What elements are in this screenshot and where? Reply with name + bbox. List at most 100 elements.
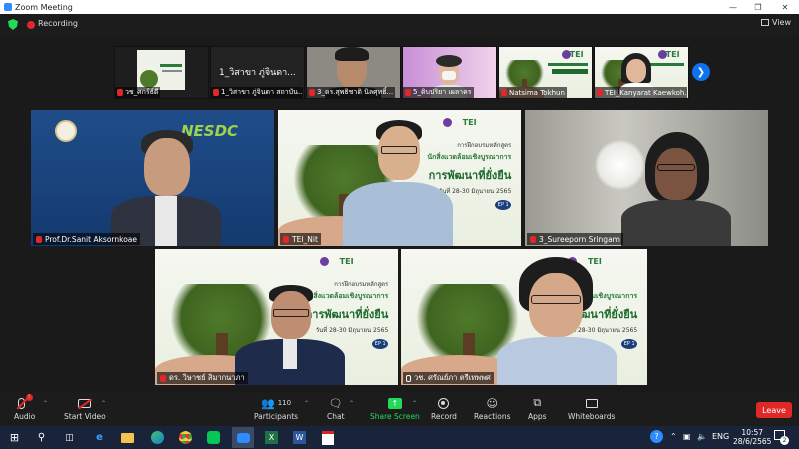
video-tile-1[interactable]: TEI การฝึกอบรมหลักสูตร นักสิ่งแวดล้อมเชิ… bbox=[278, 110, 521, 246]
video-tile-2[interactable]: 3_Sureeporn Sringam bbox=[525, 110, 768, 246]
participants-icon: 👥 bbox=[260, 396, 275, 410]
video-tile-4-active-speaker[interactable]: TEI นักสิ่งแวดล้อมเชิงบูรณาการ การพัฒนาท… bbox=[401, 249, 647, 385]
record-button[interactable]: Record bbox=[431, 396, 457, 421]
excel-icon[interactable]: X bbox=[264, 430, 279, 445]
participant-video bbox=[497, 257, 617, 385]
audio-options-caret-icon[interactable]: ⌃ bbox=[43, 400, 48, 407]
mic-muted-icon bbox=[530, 235, 536, 243]
mic-muted-icon: ! bbox=[16, 393, 33, 410]
zoom-app-icon bbox=[4, 3, 12, 11]
chat-icon: 🗨 bbox=[328, 396, 343, 410]
seal-logo-icon bbox=[55, 120, 77, 142]
mic-muted-icon bbox=[309, 89, 315, 96]
maximize-button[interactable]: ❐ bbox=[745, 0, 771, 14]
mic-muted-icon bbox=[283, 235, 289, 243]
apps-button[interactable]: ⧉ Apps bbox=[528, 396, 547, 421]
video-options-caret-icon[interactable]: ⌃ bbox=[101, 400, 106, 407]
help-icon[interactable]: ? bbox=[650, 430, 663, 443]
thumbnail-2[interactable]: 3_ดร.สุพธิชาติ นิลศุทธิ์... bbox=[306, 46, 401, 99]
tray-expand-icon[interactable]: ⌃ bbox=[670, 432, 677, 441]
participants-button[interactable]: 👥 110 Participants bbox=[254, 396, 298, 422]
chat-button[interactable]: 🗨 Chat bbox=[327, 396, 345, 422]
recording-icon bbox=[27, 21, 35, 29]
share-caret-icon[interactable]: ⌃ bbox=[412, 400, 417, 407]
task-view-icon[interactable]: ◫ bbox=[62, 430, 77, 445]
reactions-smiley-icon: ☺ bbox=[486, 396, 498, 410]
mic-muted-icon bbox=[501, 89, 507, 96]
whiteboard-icon bbox=[585, 396, 598, 410]
participant-name-tag: วช. ศรัณย์ภา ตรีเทพพศ bbox=[403, 372, 494, 384]
participant-name-tag: ดร. วิษาชย์ สิมากนาภา bbox=[157, 372, 248, 384]
thumbnail-5[interactable]: TEI TEI_Kanyarat Kaewkoh... bbox=[594, 46, 689, 99]
participant-video bbox=[621, 132, 731, 246]
thumbnail-name: Natsima Tokhun bbox=[499, 87, 567, 98]
audio-button[interactable]: ! Audio bbox=[14, 393, 35, 421]
whiteboards-button[interactable]: Whiteboards bbox=[568, 396, 615, 421]
chat-caret-icon[interactable]: ⌃ bbox=[349, 400, 354, 407]
thumbnail-3[interactable]: 5_ดิบปริยา เผลาคร bbox=[402, 46, 497, 99]
chrome-icon[interactable] bbox=[178, 430, 193, 445]
volume-icon[interactable]: 🔈 bbox=[697, 432, 707, 441]
window-titlebar: Zoom Meeting — ❐ ✕ bbox=[0, 0, 799, 14]
thumbnail-0[interactable]: วช_ศกร์ธ์ดี bbox=[114, 46, 209, 99]
security-shield-icon[interactable] bbox=[8, 19, 18, 30]
apps-icon: ⧉ bbox=[533, 396, 542, 409]
participant-count: 110 bbox=[277, 399, 292, 407]
windows-start-icon[interactable]: ⊞ bbox=[7, 430, 22, 445]
participant-video bbox=[343, 120, 453, 246]
participant-video bbox=[235, 285, 345, 385]
keyboard-language[interactable]: ENG bbox=[712, 432, 729, 441]
mic-muted-icon bbox=[117, 89, 123, 96]
minimize-button[interactable]: — bbox=[720, 0, 746, 14]
pdf-reader-icon[interactable] bbox=[320, 430, 335, 445]
close-window-button[interactable]: ✕ bbox=[772, 0, 798, 14]
window-title: Zoom Meeting bbox=[15, 2, 73, 12]
video-off-icon bbox=[78, 396, 93, 410]
thumbnail-name: วช_ศกร์ธ์ดี bbox=[115, 87, 161, 98]
meeting-controls-toolbar: ! Audio ⌃ Start Video ⌃ 👥 110 Participant… bbox=[0, 392, 799, 426]
next-page-arrow-icon[interactable]: ❯ bbox=[692, 63, 710, 81]
view-button[interactable]: View bbox=[761, 18, 791, 27]
participant-name-tag: 3_Sureeporn Sringam bbox=[527, 233, 623, 245]
mic-muted-icon bbox=[597, 89, 603, 96]
start-video-button[interactable]: Start Video bbox=[64, 396, 106, 421]
recording-label: Recording bbox=[38, 19, 79, 28]
leave-button[interactable]: Leave bbox=[756, 402, 792, 418]
view-label: View bbox=[772, 18, 791, 27]
video-tile-3[interactable]: TEI การฝึกอบรมหลักสูตร นักสิ่งแวดล้อมเชิ… bbox=[155, 249, 398, 385]
thumbnail-1[interactable]: 1_วิสาขา ภู่จินดา... 1_วิสาขา ภู่จินดา ส… bbox=[210, 46, 305, 99]
participant-video bbox=[111, 130, 221, 246]
reactions-button[interactable]: ☺ Reactions bbox=[474, 396, 510, 422]
file-explorer-icon[interactable] bbox=[120, 430, 135, 445]
meeting-topbar: Recording View bbox=[0, 14, 799, 36]
clock-date: 28/6/2565 bbox=[733, 437, 772, 446]
thumbnail-name: 5_ดิบปริยา เผลาคร bbox=[403, 87, 474, 98]
notification-count: 2 bbox=[780, 436, 789, 445]
participant-name-tag: Prof.Dr.Sanit Aksornkoae bbox=[33, 233, 140, 245]
thumbnail-name: TEI_Kanyarat Kaewkoh... bbox=[595, 87, 687, 98]
notifications-icon[interactable]: 2 bbox=[774, 430, 789, 445]
edge-icon[interactable] bbox=[150, 430, 165, 445]
thumbnail-name: 3_ดร.สุพธิชาติ นิลศุทธิ์... bbox=[307, 87, 396, 98]
mic-muted-icon bbox=[213, 89, 219, 96]
windows-taskbar: ⊞ ⚲ ◫ e X W ? ⌃ ▣ 🔈 ENG 10:57 28/6/2565 … bbox=[0, 426, 799, 449]
video-tile-0[interactable]: NESDC Prof.Dr.Sanit Aksornkoae bbox=[31, 110, 274, 246]
mic-muted-icon bbox=[160, 374, 166, 382]
network-icon[interactable]: ▣ bbox=[683, 432, 691, 441]
line-app-icon[interactable] bbox=[206, 430, 221, 445]
participant-name-tag: TEI_Nit bbox=[280, 233, 321, 245]
system-clock[interactable]: 10:57 28/6/2565 bbox=[733, 428, 771, 446]
participants-caret-icon[interactable]: ⌃ bbox=[304, 400, 309, 407]
thumbnail-display-name: 1_วิสาขา ภู่จินดา... bbox=[219, 68, 296, 78]
share-screen-icon: ↑ bbox=[387, 396, 402, 410]
edge-legacy-icon[interactable]: e bbox=[92, 430, 107, 445]
mic-muted-icon bbox=[405, 89, 411, 96]
word-icon[interactable]: W bbox=[292, 430, 307, 445]
thumbnail-4[interactable]: TEI Natsima Tokhun bbox=[498, 46, 593, 99]
thumbnail-name: 1_วิสาขา ภู่จินดา สถาบัน... bbox=[211, 87, 303, 98]
mic-icon bbox=[406, 374, 411, 382]
zoom-taskbar-icon[interactable] bbox=[232, 427, 254, 448]
mic-muted-icon bbox=[36, 235, 42, 243]
search-icon[interactable]: ⚲ bbox=[34, 430, 49, 445]
clock-time: 10:57 bbox=[741, 428, 764, 437]
